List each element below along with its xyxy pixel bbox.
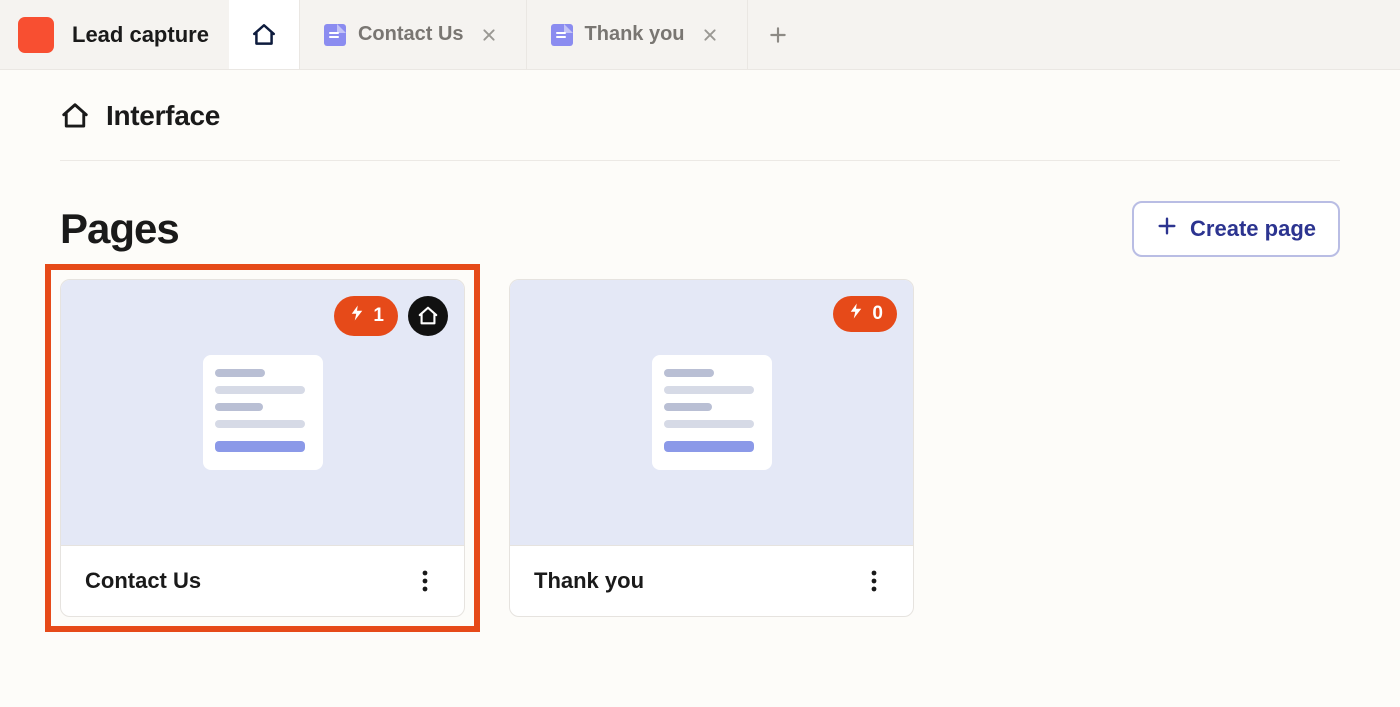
- badge-bar: 1: [334, 296, 448, 336]
- project-name: Lead capture: [72, 22, 209, 48]
- new-tab-button[interactable]: [748, 0, 808, 69]
- create-page-label: Create page: [1190, 216, 1316, 242]
- close-icon[interactable]: [697, 22, 723, 48]
- create-page-button[interactable]: Create page: [1132, 201, 1340, 257]
- page-title: Thank you: [534, 568, 644, 594]
- project-color-swatch: [18, 17, 54, 53]
- page-card-footer: Thank you: [510, 545, 913, 616]
- home-badge: [408, 296, 448, 336]
- wireframe-thumb: [652, 355, 772, 470]
- tab-bar: Lead capture Contact Us Thank you: [0, 0, 1400, 70]
- automation-count-badge: 0: [833, 296, 897, 332]
- tab-home[interactable]: [229, 0, 300, 69]
- badge-bar: 0: [833, 296, 897, 332]
- page-title: Contact Us: [85, 568, 201, 594]
- tab-label: Thank you: [585, 23, 685, 46]
- page-menu-button[interactable]: [859, 566, 889, 596]
- main-content: Interface Pages Create page 1: [0, 70, 1400, 647]
- page-card-footer: Contact Us: [61, 545, 464, 616]
- page-heading: Interface: [60, 100, 1340, 161]
- automation-count: 1: [373, 305, 384, 327]
- bolt-icon: [847, 302, 865, 326]
- wireframe-thumb: [203, 355, 323, 470]
- page-icon: [551, 24, 573, 46]
- page-card[interactable]: 1 Contact Us: [60, 279, 465, 617]
- page-icon: [324, 24, 346, 46]
- tab-thank-you[interactable]: Thank you: [527, 0, 748, 69]
- tab-label: Contact Us: [358, 23, 464, 46]
- page-card-thank-you: 0 Thank you: [509, 279, 914, 617]
- heading-text: Interface: [106, 100, 220, 132]
- home-icon: [60, 101, 90, 131]
- plus-icon: [1156, 215, 1178, 243]
- pages-title: Pages: [60, 205, 179, 253]
- close-icon[interactable]: [476, 22, 502, 48]
- tab-contact-us[interactable]: Contact Us: [300, 0, 527, 69]
- home-icon: [251, 22, 277, 48]
- page-menu-button[interactable]: [410, 566, 440, 596]
- page-cards: 1 Contact Us: [60, 279, 1340, 617]
- automation-count: 0: [872, 303, 883, 325]
- automation-count-badge: 1: [334, 296, 398, 336]
- page-card[interactable]: 0 Thank you: [509, 279, 914, 617]
- page-card-contact-us: 1 Contact Us: [60, 279, 465, 617]
- pages-section-header: Pages Create page: [60, 201, 1340, 257]
- bolt-icon: [348, 304, 366, 328]
- project-chip[interactable]: Lead capture: [0, 0, 229, 69]
- page-preview: 0: [510, 280, 913, 545]
- page-preview: 1: [61, 280, 464, 545]
